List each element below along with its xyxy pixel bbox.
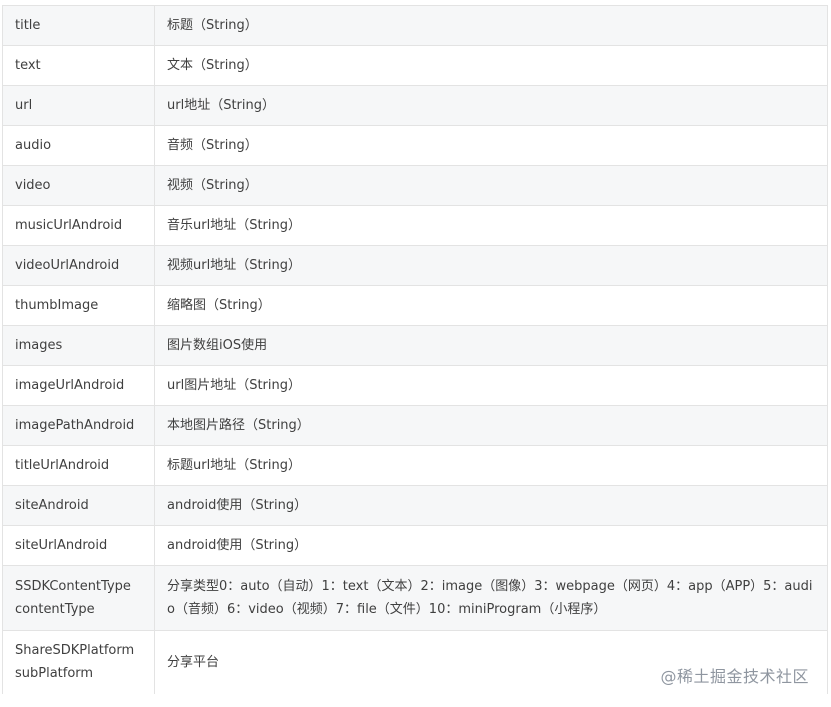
param-name: text: [2, 45, 155, 86]
parameter-table: title 标题（String） text 文本（String） url url…: [2, 5, 828, 694]
param-name: title: [2, 5, 155, 46]
param-description: url地址（String）: [154, 85, 828, 126]
table-row: video 视频（String）: [2, 165, 828, 206]
table-row: videoUrlAndroid 视频url地址（String）: [2, 245, 828, 286]
param-name: imagePathAndroid: [2, 405, 155, 446]
param-description: 音乐url地址（String）: [154, 205, 828, 246]
table-row: title 标题（String）: [2, 5, 828, 46]
param-description: 图片数组iOS使用: [154, 325, 828, 366]
param-description: 标题（String）: [154, 5, 828, 46]
watermark: @稀土掘金技术社区: [660, 667, 809, 686]
param-name: siteUrlAndroid: [2, 525, 155, 566]
param-description: 标题url地址（String）: [154, 445, 828, 486]
param-description: url图片地址（String）: [154, 365, 828, 406]
param-name: images: [2, 325, 155, 366]
param-description: 视频（String）: [154, 165, 828, 206]
table-row: titleUrlAndroid 标题url地址（String）: [2, 445, 828, 486]
table-row: images 图片数组iOS使用: [2, 325, 828, 366]
table-row: siteAndroid android使用（String）: [2, 485, 828, 526]
param-name: video: [2, 165, 155, 206]
param-description: 本地图片路径（String）: [154, 405, 828, 446]
param-description: android使用（String）: [154, 525, 828, 566]
param-description: 分享类型0：auto（自动）1：text（文本）2：image（图像）3：web…: [154, 565, 828, 631]
param-name: musicUrlAndroid: [2, 205, 155, 246]
param-description: 音频（String）: [154, 125, 828, 166]
param-name: ShareSDKPlatform subPlatform: [2, 630, 155, 694]
param-name: imageUrlAndroid: [2, 365, 155, 406]
param-name: url: [2, 85, 155, 126]
param-name: thumbImage: [2, 285, 155, 326]
table-row: url url地址（String）: [2, 85, 828, 126]
param-description: 文本（String）: [154, 45, 828, 86]
param-name: siteAndroid: [2, 485, 155, 526]
table-row: siteUrlAndroid android使用（String）: [2, 525, 828, 566]
table-row: musicUrlAndroid 音乐url地址（String）: [2, 205, 828, 246]
param-name: videoUrlAndroid: [2, 245, 155, 286]
table-row: thumbImage 缩略图（String）: [2, 285, 828, 326]
table-row: text 文本（String）: [2, 45, 828, 86]
table-row: audio 音频（String）: [2, 125, 828, 166]
table-row: imageUrlAndroid url图片地址（String）: [2, 365, 828, 406]
param-name: audio: [2, 125, 155, 166]
param-description: android使用（String）: [154, 485, 828, 526]
param-description: 缩略图（String）: [154, 285, 828, 326]
table-row: imagePathAndroid 本地图片路径（String）: [2, 405, 828, 446]
param-name: SSDKContentType contentType: [2, 565, 155, 631]
param-description: 视频url地址（String）: [154, 245, 828, 286]
table-row: SSDKContentType contentType 分享类型0：auto（自…: [2, 565, 828, 631]
param-name: titleUrlAndroid: [2, 445, 155, 486]
